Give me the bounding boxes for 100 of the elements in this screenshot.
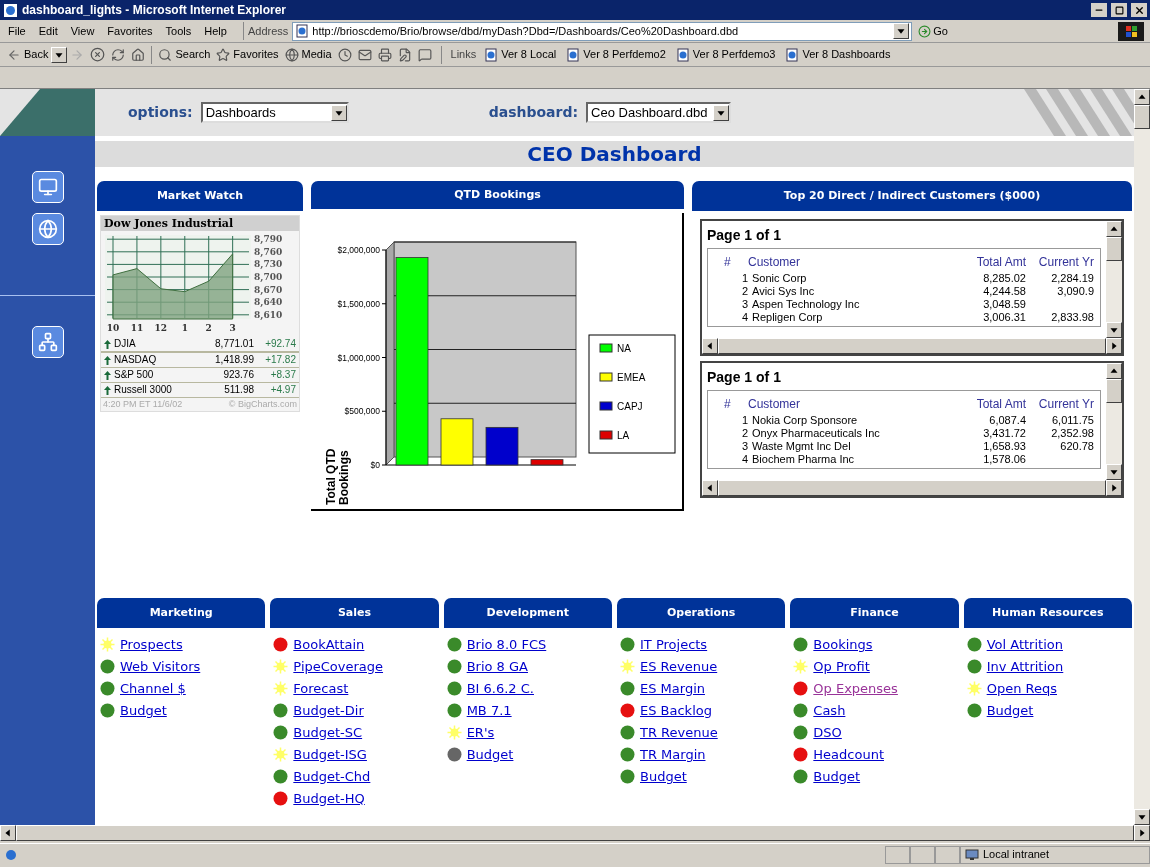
- dashboard-link[interactable]: Web Visitors: [120, 656, 201, 677]
- dashboard-link[interactable]: Cash: [813, 700, 846, 721]
- dashboard-link[interactable]: DSO: [813, 722, 842, 743]
- scroll-up-button[interactable]: [1106, 221, 1122, 237]
- table-cell-text: 4,244.58: [982, 285, 1026, 298]
- scroll-right-button[interactable]: [1106, 480, 1122, 496]
- dashboard-link[interactable]: Budget: [466, 744, 514, 765]
- panel-header: Top 20 Direct / Indirect Customers ($000): [692, 181, 1132, 211]
- back-menu-button[interactable]: [51, 46, 68, 63]
- dashboard-link[interactable]: Brio 8.0 FCS: [466, 634, 547, 655]
- dashboard-link[interactable]: Budget-HQ: [293, 788, 365, 809]
- dropdown-button[interactable]: [893, 23, 910, 39]
- dashboard-link[interactable]: ES Revenue: [640, 656, 718, 677]
- scrollbar[interactable]: [1106, 363, 1122, 480]
- dropdown-button[interactable]: [713, 104, 730, 121]
- dashboard-link[interactable]: ER's: [466, 722, 495, 743]
- dashboard-link[interactable]: Inv Attrition: [986, 656, 1064, 677]
- dashboard-link[interactable]: IT Projects: [640, 634, 708, 655]
- dashboard-link[interactable]: BI 6.6.2 C.: [466, 678, 534, 699]
- scroll-right-button[interactable]: [1106, 338, 1122, 354]
- dashboard-link[interactable]: MB 7.1: [466, 700, 512, 721]
- y-tick-label: 8,730: [254, 259, 283, 270]
- column-header: Customer: [748, 254, 801, 271]
- favorite-link[interactable]: Ver 8 Local: [479, 46, 562, 63]
- dashboard-link[interactable]: Budget-ISG: [293, 744, 367, 765]
- sidebar-item[interactable]: [31, 326, 64, 358]
- scrollbar[interactable]: [1134, 89, 1150, 825]
- scrollbar-thumb[interactable]: [1134, 105, 1150, 129]
- dashboard-link[interactable]: Channel $: [120, 678, 186, 699]
- favorites-button[interactable]: Favorites: [213, 43, 282, 66]
- scrollbar[interactable]: [1106, 221, 1122, 338]
- dashboard-link[interactable]: Op Expenses: [813, 678, 898, 699]
- dashboard-link[interactable]: ES Backlog: [640, 700, 712, 721]
- dashboard-link[interactable]: ES Margin: [640, 678, 705, 699]
- dashboard-link[interactable]: PipeCoverage: [293, 656, 384, 677]
- dashboard-link[interactable]: Open Reqs: [986, 678, 1057, 699]
- scrollbar-thumb[interactable]: [1106, 237, 1122, 261]
- dashboard-link[interactable]: Budget: [640, 766, 687, 787]
- scroll-down-button[interactable]: [1134, 809, 1150, 825]
- table-cell-text: Sonic Corp: [751, 272, 808, 285]
- table-cell-text: 6,087.4: [988, 414, 1026, 427]
- menu-item[interactable]: Edit: [38, 22, 58, 40]
- back-button[interactable]: Back: [4, 43, 52, 66]
- media-button[interactable]: Media: [281, 43, 335, 66]
- table-cell-text: 2: [740, 285, 748, 298]
- options-select[interactable]: Dashboards: [200, 102, 349, 123]
- dashboard-link[interactable]: BookAttain: [293, 634, 365, 655]
- maximize-button[interactable]: [1111, 3, 1127, 17]
- dashboard-link[interactable]: Budget: [813, 766, 861, 787]
- scroll-left-button[interactable]: [0, 825, 16, 841]
- scroll-left-button[interactable]: [702, 480, 718, 496]
- address-field[interactable]: http://brioscdemo/Brio/browse/dbd/myDash?Dbd=/Dashboards/Ceo%20Dashboard.dbd: [292, 21, 913, 41]
- page-icon: [4, 847, 18, 862]
- menu-item[interactable]: File: [8, 22, 26, 40]
- scroll-up-button[interactable]: [1106, 363, 1122, 379]
- dashboard-link[interactable]: Budget: [986, 700, 1034, 721]
- bar: [485, 427, 519, 466]
- dashboard-select[interactable]: Ceo Dashboard.dbd: [586, 102, 732, 123]
- table-cell-text: 3,006.31: [982, 311, 1026, 324]
- dropdown-button[interactable]: [330, 104, 347, 121]
- table-cell-text: 4: [740, 453, 748, 466]
- favorite-link[interactable]: Ver 8 Perfdemo2: [561, 46, 671, 63]
- dashboard-link[interactable]: Prospects: [120, 634, 183, 655]
- menu-item[interactable]: Tools: [165, 22, 192, 40]
- dashboard-link[interactable]: Op Profit: [813, 656, 870, 677]
- dashboard-link[interactable]: Budget-Chd: [293, 766, 371, 787]
- scroll-down-button[interactable]: [1106, 464, 1122, 480]
- dashboard-link[interactable]: TR Margin: [640, 744, 706, 765]
- close-button[interactable]: [1131, 3, 1147, 17]
- scroll-down-button[interactable]: [1106, 322, 1122, 338]
- menu-item[interactable]: Favorites: [107, 22, 153, 40]
- sidebar-item[interactable]: [31, 171, 64, 203]
- minimize-button[interactable]: [1091, 3, 1107, 17]
- favorite-link[interactable]: Ver 8 Dashboards: [780, 46, 896, 63]
- dashboard-link[interactable]: Forecast: [293, 678, 349, 699]
- legend-label: NA: [617, 343, 631, 354]
- flag-logo-icon: [1118, 21, 1144, 41]
- dashboard-link[interactable]: Bookings: [813, 634, 873, 655]
- table-cell-text: Onyx Pharmaceuticals Inc: [751, 427, 881, 440]
- dashboard-link[interactable]: Headcount: [813, 744, 884, 765]
- status-pane: [910, 845, 935, 864]
- scroll-left-button[interactable]: [702, 338, 718, 354]
- scrollbar-thumb[interactable]: [1106, 379, 1122, 403]
- go-button[interactable]: Go: [912, 22, 954, 40]
- dashboard-link[interactable]: TR Revenue: [640, 722, 718, 743]
- y-tick-label: $500,000: [344, 406, 380, 417]
- menu-item[interactable]: Help: [204, 22, 227, 40]
- panel-header: Operations: [617, 598, 786, 628]
- menu-item[interactable]: View: [70, 22, 95, 40]
- sidebar-item[interactable]: [31, 213, 64, 245]
- scroll-right-button[interactable]: [1134, 825, 1150, 841]
- dashboard-link[interactable]: Vol Attrition: [986, 634, 1063, 655]
- dashboard-link[interactable]: Budget-SC: [293, 722, 363, 743]
- dashboard-link[interactable]: Budget-Dir: [293, 700, 364, 721]
- search-button[interactable]: Search: [155, 43, 214, 66]
- timestamp: 4:20 PM ET 11/6/02: [103, 398, 183, 411]
- favorite-link[interactable]: Ver 8 Perfdemo3: [670, 46, 781, 63]
- dashboard-link[interactable]: Brio 8 GA: [466, 656, 528, 677]
- dashboard-link[interactable]: Budget: [120, 700, 167, 721]
- scroll-up-button[interactable]: [1134, 89, 1150, 105]
